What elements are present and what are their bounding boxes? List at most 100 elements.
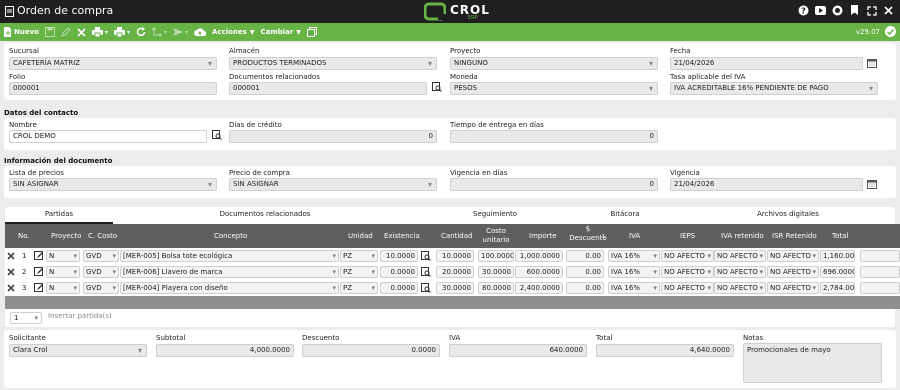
col-importe[interactable]: Importe — [529, 232, 557, 240]
row-descuento[interactable]: 0.00 — [566, 266, 604, 278]
row-isr-retenido[interactable]: NO AFECTO — [767, 266, 819, 278]
row-iva[interactable]: IVA 16% — [608, 266, 660, 278]
dias-field[interactable]: 0 — [229, 130, 437, 143]
fecha-field[interactable]: 21/04/2026 — [670, 57, 863, 70]
row-ieps[interactable]: NO AFECTO — [661, 282, 714, 294]
row-proyecto[interactable]: N — [46, 282, 80, 294]
calendar-icon[interactable] — [867, 58, 877, 68]
row-edit-icon[interactable] — [34, 251, 44, 261]
tab-seguimiento[interactable]: Seguimiento — [450, 210, 540, 218]
col-total[interactable]: Total — [832, 232, 848, 240]
stock-lookup-icon[interactable] — [421, 267, 431, 277]
actions-menu[interactable]: Acciones ▼ — [209, 23, 257, 41]
stock-lookup-icon[interactable] — [421, 251, 431, 261]
row-costo[interactable]: GVD — [83, 266, 119, 278]
col-iva[interactable]: IVA — [629, 232, 640, 240]
row-ieps[interactable]: NO AFECTO — [661, 250, 714, 262]
row-concepto[interactable]: [MER-006] Llavero de marca — [120, 266, 339, 278]
row-iva[interactable]: IVA 16% — [608, 282, 660, 294]
almacen-select[interactable]: PRODUCTOS TERMINADOS — [229, 57, 437, 70]
row-iva-retenido[interactable]: NO AFECTO — [714, 266, 766, 278]
docs-field[interactable]: 000001 — [229, 82, 427, 95]
col-existencia[interactable]: Existencia — [384, 232, 420, 240]
row-unidad[interactable]: PZ — [340, 266, 378, 278]
row-unitario[interactable]: 100.0000 — [478, 250, 514, 262]
col-unitario[interactable]: Costo unitario — [478, 227, 514, 245]
send-button[interactable]: ▾ — [170, 23, 191, 41]
refresh-button[interactable] — [133, 23, 149, 41]
row-edit-icon[interactable] — [34, 283, 44, 293]
row-cantidad[interactable]: 10.0000 — [436, 250, 474, 262]
stock-lookup-icon[interactable] — [421, 283, 431, 293]
tasa-select[interactable]: IVA ACREDITABLE 16% PENDIENTE DE PAGO — [670, 82, 878, 95]
delete-row-icon[interactable] — [7, 284, 15, 292]
tab-bitacora[interactable]: Bitácora — [580, 210, 670, 218]
delete-row-icon[interactable] — [7, 252, 15, 260]
help-icon[interactable]: ? — [798, 5, 809, 16]
entrega-field[interactable]: 0 — [450, 130, 658, 143]
row-unidad[interactable]: PZ — [340, 282, 378, 294]
change-menu[interactable]: Cambiar ▼ — [257, 23, 303, 41]
row-unitario[interactable]: 30.0000 — [478, 266, 514, 278]
proyecto-select[interactable]: NINGUNO — [450, 57, 658, 70]
col-no[interactable]: No. — [18, 232, 30, 240]
row-iva-retenido[interactable]: NO AFECTO — [714, 282, 766, 294]
row-concepto[interactable]: [MER-004] Playera con diseño — [120, 282, 339, 294]
row-proyecto[interactable]: N — [46, 266, 80, 278]
bookmark-icon[interactable] — [849, 5, 860, 16]
new-button[interactable]: Nuevo — [0, 23, 42, 41]
nombre-field[interactable]: CROL DEMO — [9, 130, 207, 143]
close-icon[interactable] — [883, 5, 894, 16]
row-concepto[interactable]: [MER-005] Bolsa tote ecológica — [120, 250, 339, 262]
notas-textarea[interactable]: Promocionales de mayo — [743, 343, 882, 383]
document-lookup-icon[interactable] — [432, 82, 442, 92]
contact-lookup-icon[interactable] — [212, 130, 222, 140]
delete-row-icon[interactable] — [7, 268, 15, 276]
save-button[interactable] — [42, 23, 58, 41]
row-ieps[interactable]: NO AFECTO — [661, 266, 714, 278]
col-concepto[interactable]: Concepto — [214, 232, 247, 240]
expand-icon[interactable] — [866, 5, 877, 16]
check-icon[interactable] — [885, 26, 896, 37]
tab-documentos[interactable]: Documentos relacionados — [200, 210, 330, 218]
solicitante-select[interactable]: Clara Crol — [9, 344, 147, 357]
row-unitario[interactable]: 80.0000 — [478, 282, 514, 294]
row-isr-retenido[interactable]: NO AFECTO — [767, 250, 819, 262]
row-descuento[interactable]: 0.00 — [566, 282, 604, 294]
calendar-icon[interactable] — [867, 179, 877, 189]
sucursal-select[interactable]: CAFETERÍA MATRIZ — [9, 57, 217, 70]
copy-button[interactable] — [304, 23, 320, 41]
col-cantidad[interactable]: Cantidad — [441, 232, 472, 240]
print-options-button[interactable]: ▾ — [111, 23, 133, 41]
row-iva[interactable]: IVA 16% — [608, 250, 660, 262]
print-button[interactable]: ▾ — [89, 23, 111, 41]
vig-dias-field[interactable]: 0 — [450, 178, 658, 191]
row-cantidad[interactable]: 30.0000 — [436, 282, 474, 294]
tab-partidas[interactable]: Partidas — [5, 210, 113, 218]
row-edit-icon[interactable] — [34, 267, 44, 277]
folio-field[interactable]: 000001 — [9, 82, 217, 95]
tab-archivos[interactable]: Archivos digitales — [743, 210, 833, 218]
workflow-button[interactable]: ▾ — [149, 23, 170, 41]
row-proyecto[interactable]: N — [46, 250, 80, 262]
col-proyecto[interactable]: Proyecto — [51, 232, 81, 240]
row-descuento[interactable]: 0.00 — [566, 250, 604, 262]
chat-icon[interactable] — [832, 5, 843, 16]
precio-select[interactable]: SIN ASIGNAR — [229, 178, 437, 191]
cloud-button[interactable] — [191, 23, 209, 41]
row-costo[interactable]: GVD — [83, 282, 119, 294]
col-iva-retenido[interactable]: IVA retenido — [721, 232, 764, 240]
insert-row-link[interactable]: Insertar partida(s) — [48, 312, 112, 320]
col-unidad[interactable]: Unidad — [348, 232, 373, 240]
delete-button[interactable] — [74, 23, 89, 41]
col-isr-retenido[interactable]: ISR Retenido — [772, 232, 817, 240]
row-cantidad[interactable]: 20.0000 — [436, 266, 474, 278]
col-ccosto[interactable]: C. Costo — [88, 232, 117, 240]
video-icon[interactable] — [815, 5, 826, 16]
lista-select[interactable]: SIN ASIGNAR — [9, 178, 217, 191]
row-iva-retenido[interactable]: NO AFECTO — [714, 250, 766, 262]
edit-button[interactable] — [58, 23, 74, 41]
col-ieps[interactable]: IEPS — [680, 232, 695, 240]
row-isr-retenido[interactable]: NO AFECTO — [767, 282, 819, 294]
row-unidad[interactable]: PZ — [340, 250, 378, 262]
